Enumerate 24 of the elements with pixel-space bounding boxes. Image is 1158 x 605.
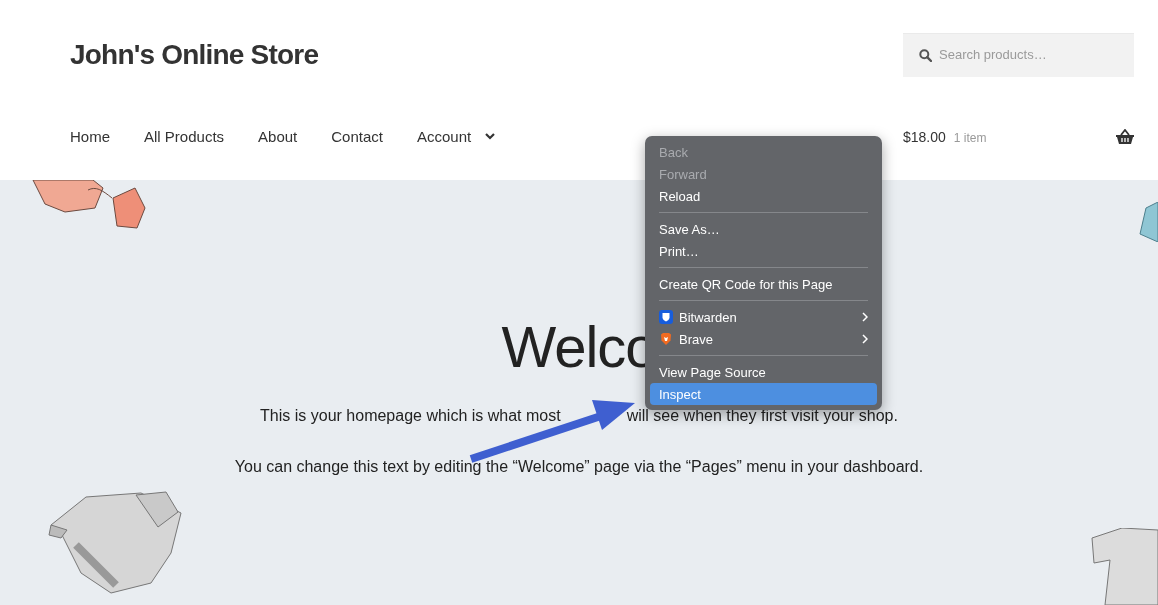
search-field[interactable]: Search products… <box>903 32 1134 77</box>
nav-link[interactable]: About <box>258 128 298 146</box>
nav-link[interactable]: Contact <box>331 128 383 146</box>
menu-item[interactable]: Bitwarden <box>650 306 877 328</box>
menu-item[interactable]: Print… <box>650 240 877 262</box>
cart-count[interactable]: 1 item <box>953 130 987 145</box>
menu-item[interactable]: Brave <box>650 328 877 350</box>
nav-link[interactable]: Account <box>416 128 496 146</box>
intro-text: will see when they first visit your shop. <box>626 407 898 425</box>
lion-icon <box>659 332 673 346</box>
nav-link[interactable]: All Products <box>144 128 225 146</box>
menu-item[interactable]: Reload <box>650 185 877 207</box>
cart-total[interactable]: $18.00 <box>903 128 946 145</box>
menu-item[interactable]: Inspect <box>650 383 877 405</box>
menu-item[interactable]: View Page Source <box>650 361 877 383</box>
shield-icon <box>659 310 673 324</box>
site-title[interactable]: John's Online Store <box>70 38 319 71</box>
search-icon <box>919 48 932 62</box>
basket-icon[interactable] <box>1116 128 1134 145</box>
nav-link[interactable]: Home <box>70 128 110 146</box>
intro-text: This is your homepage which is what most <box>260 407 561 425</box>
menu-item[interactable]: Save As… <box>650 218 877 240</box>
intro-text: You can change this text by editing the “Welcome” page via the “Pages” menu in your dashboard. <box>234 458 924 476</box>
menu-item[interactable]: Create QR Code for this Page <box>650 273 877 295</box>
